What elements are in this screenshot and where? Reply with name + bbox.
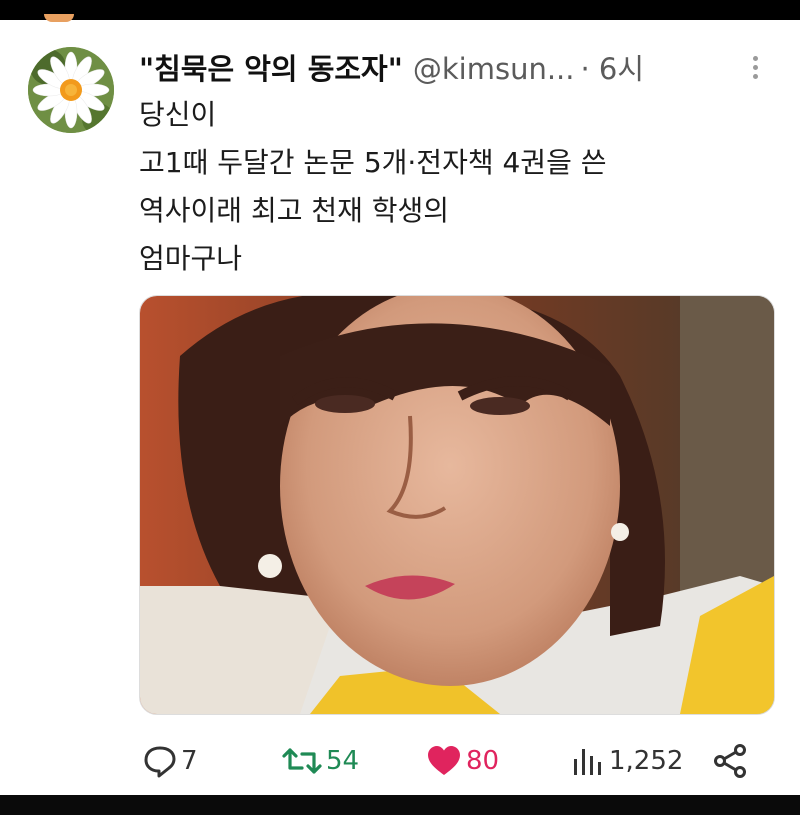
tweet-actions: 7 54 80 1,252 <box>0 735 800 787</box>
like-count: 80 <box>466 746 500 776</box>
tweet-image[interactable] <box>139 295 775 715</box>
partial-avatar-above <box>44 14 74 22</box>
timestamp[interactable]: · 6시 <box>580 46 644 88</box>
tweet-line: 고1때 두달간 논문 5개·전자책 4권을 쓴 <box>139 146 607 179</box>
status-bar <box>0 0 800 20</box>
tweet-line: 당신이 <box>139 98 217 131</box>
like-icon <box>428 746 460 775</box>
tweet-text: 당신이 고1때 두달간 논문 5개·전자책 4권을 쓴 역사이래 최고 천재 학… <box>139 91 607 283</box>
reply-icon <box>144 746 176 778</box>
retweet-button[interactable]: 54 <box>282 735 359 787</box>
retweet-icon <box>282 748 322 774</box>
tweet-line: 엄마구나 <box>139 242 243 275</box>
reply-count: 7 <box>181 746 198 776</box>
tweet-line: 역사이래 최고 천재 학생의 <box>139 194 450 227</box>
more-options-icon[interactable] <box>745 52 765 82</box>
reply-button[interactable]: 7 <box>143 735 198 787</box>
view-count: 1,252 <box>609 746 684 776</box>
views-button[interactable]: 1,252 <box>571 735 683 787</box>
avatar[interactable] <box>28 47 114 133</box>
share-icon <box>714 744 746 778</box>
share-button[interactable] <box>712 735 752 787</box>
tweet-header: "침묵은 악의 동조자" @kimsun... · 6시 <box>139 46 644 88</box>
views-icon <box>574 749 601 775</box>
retweet-count: 54 <box>326 746 360 776</box>
user-handle[interactable]: @kimsun... <box>413 52 575 86</box>
like-button[interactable]: 80 <box>426 735 499 787</box>
navigation-bar <box>0 795 800 815</box>
display-name[interactable]: "침묵은 악의 동조자" <box>139 46 403 88</box>
